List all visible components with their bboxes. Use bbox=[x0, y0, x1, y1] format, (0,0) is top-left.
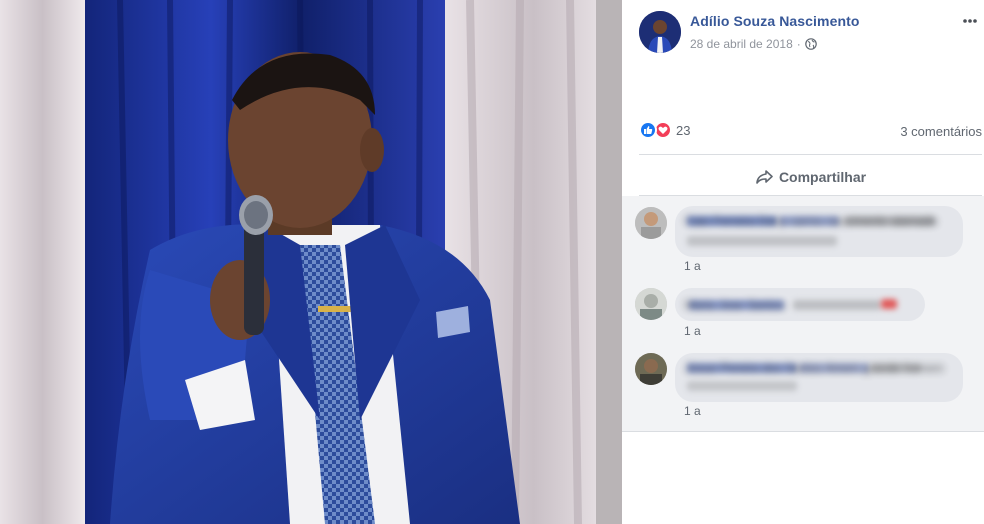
more-dots-icon[interactable] bbox=[962, 15, 978, 27]
globe-icon[interactable] bbox=[804, 38, 817, 50]
comment-text: Maria Jose Santos bbox=[685, 298, 785, 312]
reactions-summary[interactable]: 23 bbox=[639, 121, 690, 139]
comment-timestamp[interactable]: 1 a bbox=[684, 324, 701, 338]
post-meta: 28 de abril de 2018 · bbox=[690, 37, 817, 51]
share-arrow-icon bbox=[756, 169, 773, 184]
commenter-avatar[interactable] bbox=[635, 207, 667, 239]
share-button-label: Compartilhar bbox=[778, 168, 867, 185]
meta-separator: · bbox=[796, 37, 801, 51]
commenter-avatar[interactable] bbox=[635, 353, 667, 385]
photo-viewer: Adílio Souza Nascimento 28 de abril de 2… bbox=[0, 0, 984, 524]
comment-bubble: Maria Jose Santos bbox=[675, 288, 925, 321]
comment-timestamp[interactable]: 1 a bbox=[684, 259, 701, 273]
comments-section: Caio Ferreira Dany carmo nascimento aiam… bbox=[622, 196, 984, 432]
post-photo[interactable] bbox=[0, 0, 622, 524]
reaction-count: 23 bbox=[676, 122, 691, 138]
like-reaction-icon bbox=[639, 121, 657, 139]
comments-count-link[interactable]: 3 comentários bbox=[900, 124, 982, 139]
speaker-photo-illustration bbox=[0, 0, 622, 524]
commenter-avatar[interactable] bbox=[635, 288, 667, 320]
author-avatar-image bbox=[639, 11, 681, 53]
author-avatar[interactable] bbox=[639, 11, 681, 53]
comment-text: Caio Ferreira Dany carmo nascimento aiam… bbox=[685, 214, 938, 228]
post-side-panel: Adílio Souza Nascimento 28 de abril de 2… bbox=[622, 0, 984, 524]
divider bbox=[639, 154, 982, 155]
post-date-link[interactable]: 28 de abril de 2018 bbox=[690, 37, 793, 51]
comment-text: Josue Pereira dos Santos Amem grande hom… bbox=[685, 361, 944, 375]
comment-timestamp[interactable]: 1 a bbox=[684, 404, 701, 418]
author-name-link[interactable]: Adílio Souza Nascimento bbox=[690, 13, 860, 29]
comment-bubble: Caio Ferreira Dany carmo nascimento aiam… bbox=[675, 206, 963, 257]
comment-bubble: Josue Pereira dos Santos Amem grande hom… bbox=[675, 353, 963, 402]
share-button[interactable]: Compartilhar bbox=[639, 160, 982, 193]
